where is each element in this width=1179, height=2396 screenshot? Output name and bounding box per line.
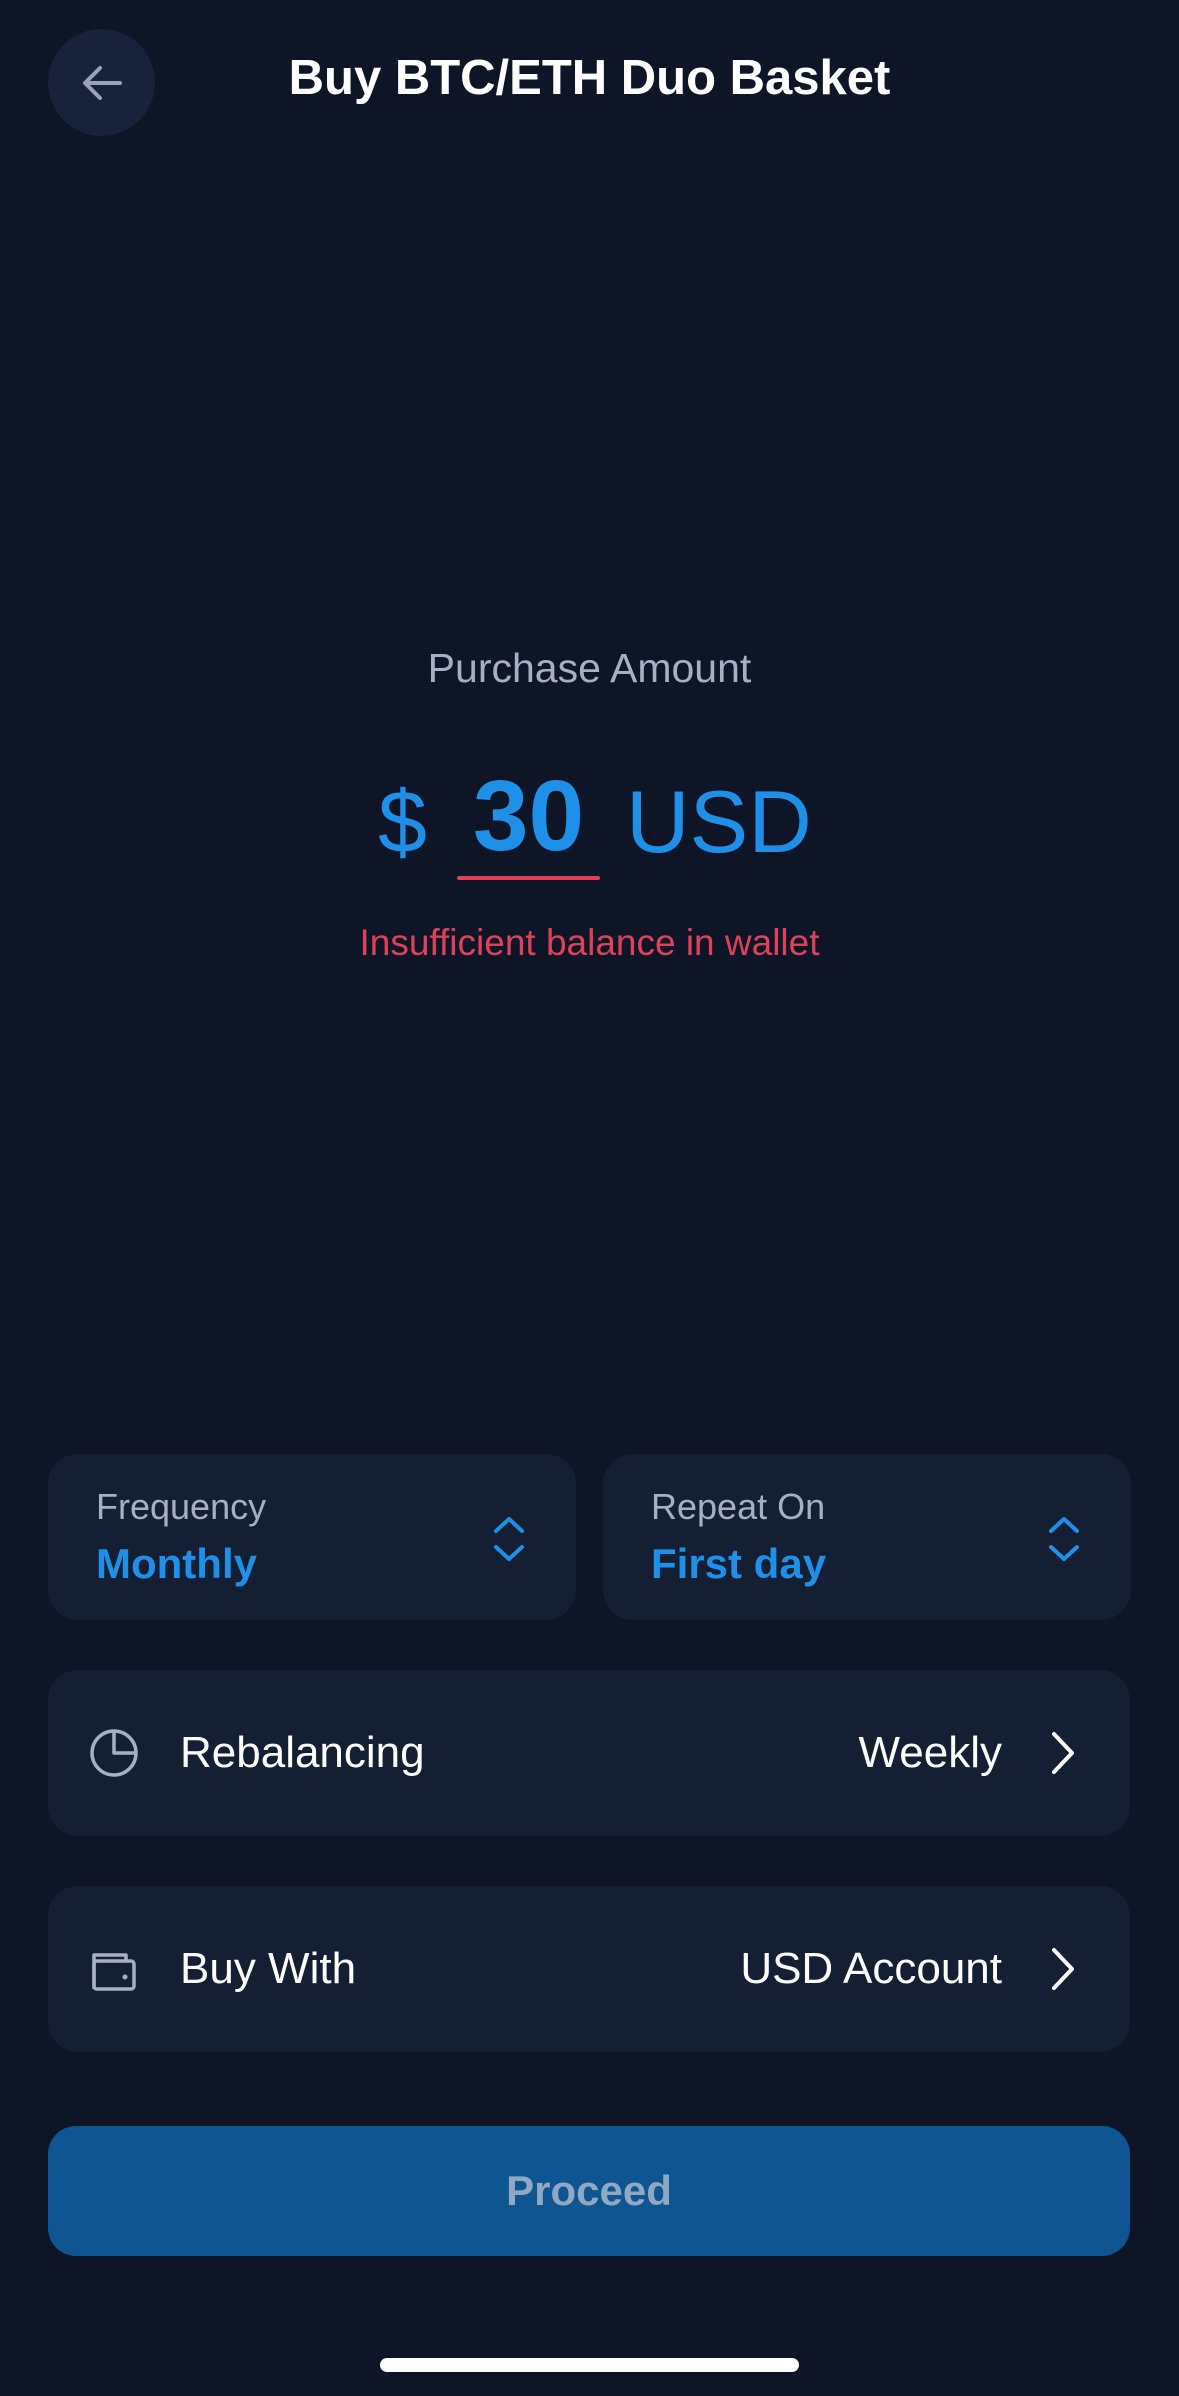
buy-with-row[interactable]: Buy With USD Account bbox=[48, 1886, 1130, 2052]
chevron-right-icon bbox=[1052, 1732, 1074, 1774]
currency-code: USD bbox=[626, 772, 812, 871]
buy-with-label: Buy With bbox=[180, 1944, 357, 1993]
chevron-up-down-icon bbox=[494, 1517, 524, 1561]
chevron-right-icon bbox=[1052, 1948, 1074, 1990]
rebalancing-row[interactable]: Rebalancing Weekly bbox=[48, 1670, 1130, 1836]
proceed-button[interactable]: Proceed bbox=[48, 2126, 1130, 2256]
pie-chart-icon bbox=[90, 1729, 138, 1777]
frequency-label: Frequency bbox=[96, 1486, 267, 1527]
home-indicator[interactable] bbox=[380, 2358, 799, 2372]
buy-with-value: USD Account bbox=[740, 1944, 1002, 1993]
purchase-amount-label: Purchase Amount bbox=[427, 645, 752, 691]
currency-symbol: $ bbox=[378, 772, 427, 871]
amount-input[interactable]: 30 bbox=[457, 752, 600, 880]
page-title: Buy BTC/ETH Duo Basket bbox=[288, 51, 891, 105]
rebalancing-value: Weekly bbox=[858, 1728, 1002, 1777]
repeat-on-label: Repeat On bbox=[651, 1486, 826, 1527]
wallet-icon bbox=[92, 1953, 136, 1991]
purchase-amount-section: Purchase Amount $ 30 USD Insufficient ba… bbox=[0, 640, 1179, 963]
repeat-on-selector[interactable]: Repeat On First day bbox=[603, 1454, 1131, 1620]
header: Buy BTC/ETH Duo Basket bbox=[0, 0, 1179, 170]
chevron-up-down-icon bbox=[1049, 1517, 1079, 1561]
rebalancing-label: Rebalancing bbox=[180, 1728, 425, 1777]
frequency-value: Monthly bbox=[96, 1540, 257, 1587]
amount-input-underline bbox=[457, 876, 600, 880]
repeat-on-value: First day bbox=[651, 1540, 827, 1587]
insufficient-balance-error: Insufficient balance in wallet bbox=[359, 922, 820, 963]
frequency-selector[interactable]: Frequency Monthly bbox=[48, 1454, 576, 1620]
